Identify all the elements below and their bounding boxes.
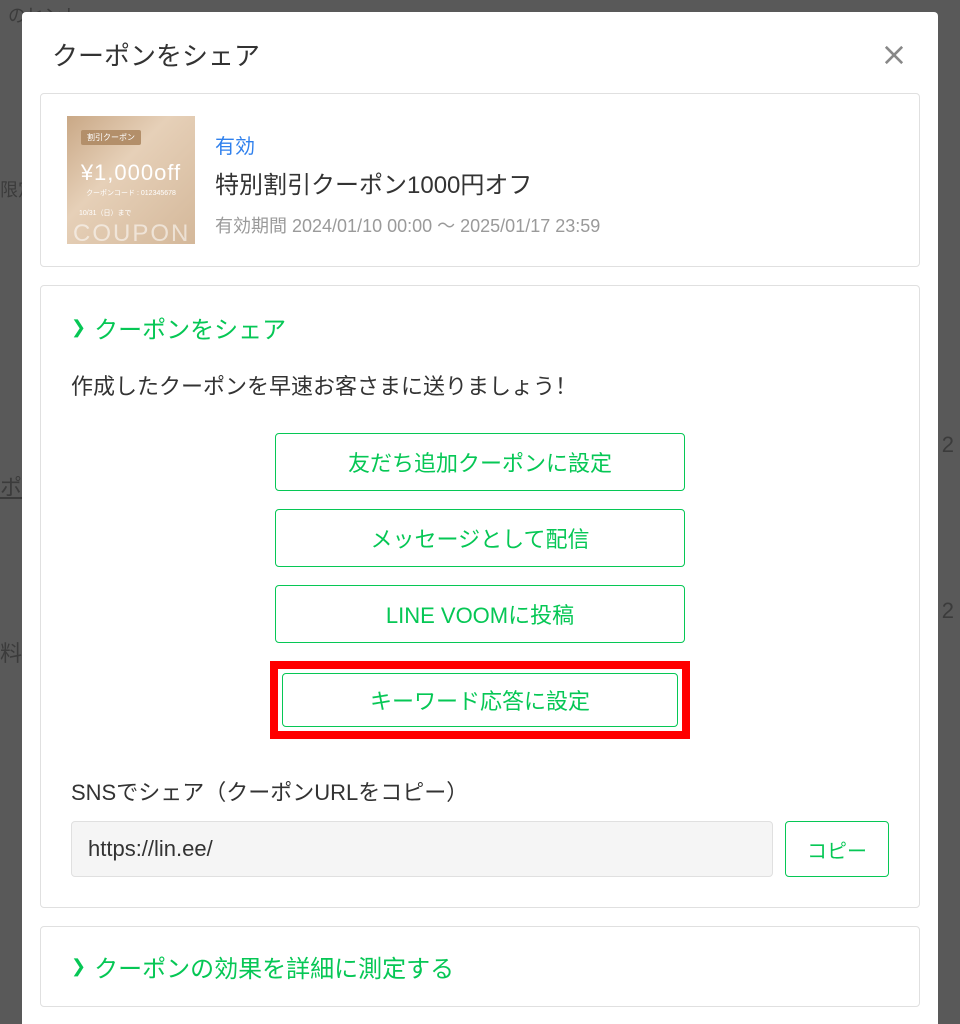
- coupon-info: 有効 特別割引クーポン1000円オフ 有効期間 2024/01/10 00:00…: [215, 116, 600, 238]
- thumb-date: 10/31（日）まで: [79, 208, 132, 218]
- modal-header: クーポンをシェア: [22, 12, 938, 93]
- measure-section-header[interactable]: ❯ クーポンの効果を詳細に測定する: [71, 949, 889, 984]
- set-add-friend-coupon-button[interactable]: 友だち追加クーポンに設定: [275, 433, 685, 491]
- modal-title: クーポンをシェア: [52, 36, 260, 73]
- measure-section-card: ❯ クーポンの効果を詳細に測定する: [40, 926, 920, 1007]
- highlighted-button-frame: キーワード応答に設定: [270, 661, 690, 739]
- coupon-thumbnail: 割引クーポン ¥1,000off クーポンコード : 012345678 10/…: [67, 116, 195, 244]
- thumb-tag: 割引クーポン: [81, 130, 141, 145]
- url-copy-row: コピー: [71, 821, 889, 877]
- coupon-url-input[interactable]: [71, 821, 773, 877]
- close-icon[interactable]: [880, 41, 908, 69]
- status-badge: 有効: [215, 130, 600, 159]
- coupon-summary-card: 割引クーポン ¥1,000off クーポンコード : 012345678 10/…: [40, 93, 920, 267]
- thumb-overlay: COUPON: [73, 220, 190, 244]
- sns-share-label: SNSでシェア（クーポンURLをコピー）: [71, 775, 889, 807]
- copy-button[interactable]: コピー: [785, 821, 889, 877]
- share-section-header[interactable]: ❯ クーポンをシェア: [71, 310, 889, 345]
- share-description: 作成したクーポンを早速お客さまに送りましょう！: [71, 369, 889, 401]
- post-to-voom-button[interactable]: LINE VOOMに投稿: [275, 585, 685, 643]
- coupon-name: 特別割引クーポン1000円オフ: [215, 165, 600, 200]
- share-section-card: ❯ クーポンをシェア 作成したクーポンを早速お客さまに送りましょう！ 友だち追加…: [40, 285, 920, 908]
- chevron-right-icon: ❯: [71, 956, 86, 977]
- share-coupon-modal: クーポンをシェア 割引クーポン ¥1,000off クーポンコード : 0123…: [22, 12, 938, 1024]
- send-as-message-button[interactable]: メッセージとして配信: [275, 509, 685, 567]
- chevron-right-icon: ❯: [71, 317, 86, 338]
- share-section-title: クーポンをシェア: [94, 310, 286, 345]
- modal-body: 割引クーポン ¥1,000off クーポンコード : 012345678 10/…: [22, 93, 938, 1024]
- measure-section-title: クーポンの効果を詳細に測定する: [94, 949, 454, 984]
- thumb-code: クーポンコード : 012345678: [67, 188, 195, 198]
- thumb-price: ¥1,000off: [67, 160, 195, 186]
- share-button-stack: 友だち追加クーポンに設定 メッセージとして配信 LINE VOOMに投稿 キーワ…: [71, 433, 889, 739]
- coupon-validity-period: 有効期間 2024/01/10 00:00 ～ 2025/01/17 23:59: [215, 212, 600, 238]
- set-keyword-reply-button[interactable]: キーワード応答に設定: [282, 673, 678, 727]
